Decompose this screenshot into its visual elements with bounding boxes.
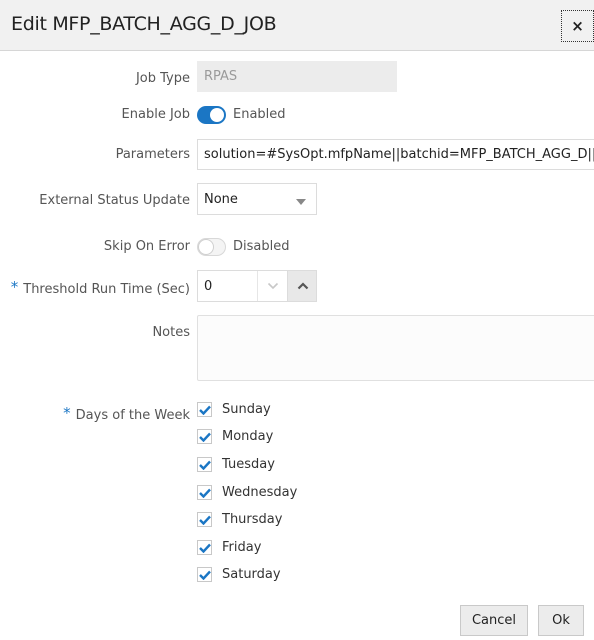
threshold-run-time-label-text: Threshold Run Time (Sec)	[23, 282, 190, 297]
threshold-run-time-label: * Threshold Run Time (Sec)	[10, 278, 190, 297]
parameters-label: Parameters	[115, 147, 190, 162]
notes-textarea[interactable]	[197, 315, 594, 381]
cancel-button[interactable]: Cancel	[460, 605, 528, 636]
parameters-value: solution=#SysOpt.mfpName||batchid=MFP_BA…	[204, 147, 594, 162]
day-label-thursday: Thursday	[222, 512, 283, 527]
checkmark-icon	[198, 515, 211, 525]
toggle-knob	[198, 239, 214, 255]
decrement-button[interactable]	[257, 271, 287, 301]
external-status-update-value: None	[204, 191, 238, 207]
external-status-update-select[interactable]: None	[197, 183, 317, 215]
checkbox-thursday[interactable]	[197, 512, 212, 527]
day-label-wednesday: Wednesday	[222, 485, 298, 500]
enable-job-label: Enable Job	[121, 107, 190, 122]
checkbox-wednesday[interactable]	[197, 485, 212, 500]
close-button[interactable]: ×	[561, 10, 594, 42]
chevron-down-icon	[267, 282, 278, 290]
day-label-saturday: Saturday	[222, 567, 281, 582]
job-type-label: Job Type	[135, 71, 190, 86]
checkbox-tuesday[interactable]	[197, 457, 212, 472]
dropdown-caret-icon	[296, 199, 306, 205]
job-type-field: RPAS	[197, 61, 397, 92]
checkmark-icon	[198, 432, 211, 442]
threshold-run-time-stepper: 0	[197, 270, 317, 302]
day-label-sunday: Sunday	[222, 402, 271, 417]
checkbox-saturday[interactable]	[197, 567, 212, 582]
enable-job-state: Enabled	[233, 107, 286, 122]
day-label-friday: Friday	[222, 540, 262, 555]
checkmark-icon	[198, 570, 211, 580]
close-icon: ×	[571, 17, 584, 35]
toggle-knob	[210, 108, 224, 122]
days-of-week-label: * Days of the Week	[63, 404, 190, 423]
day-label-monday: Monday	[222, 429, 274, 444]
skip-on-error-state: Disabled	[233, 239, 290, 254]
checkmark-icon	[198, 405, 211, 415]
skip-on-error-toggle[interactable]	[197, 238, 226, 256]
ok-button[interactable]: Ok	[538, 605, 584, 636]
increment-button[interactable]	[287, 271, 316, 301]
dialog-title: Edit MFP_BATCH_AGG_D_JOB	[11, 13, 277, 35]
checkmark-icon	[198, 543, 211, 553]
dialog-header: Edit MFP_BATCH_AGG_D_JOB ×	[0, 0, 594, 51]
checkmark-icon	[198, 488, 211, 498]
external-status-update-label: External Status Update	[39, 193, 190, 208]
notes-label: Notes	[152, 325, 190, 340]
threshold-run-time-input[interactable]: 0	[198, 279, 212, 294]
checkmark-icon	[198, 460, 211, 470]
checkbox-monday[interactable]	[197, 429, 212, 444]
parameters-input[interactable]: solution=#SysOpt.mfpName||batchid=MFP_BA…	[197, 139, 594, 170]
enable-job-toggle[interactable]	[197, 106, 226, 124]
day-label-tuesday: Tuesday	[222, 457, 275, 472]
days-of-week-label-text: Days of the Week	[75, 408, 190, 423]
checkbox-sunday[interactable]	[197, 402, 212, 417]
required-marker: *	[10, 278, 19, 296]
required-marker: *	[63, 404, 71, 422]
skip-on-error-label: Skip On Error	[103, 239, 190, 254]
job-type-value: RPAS	[204, 69, 238, 84]
checkbox-friday[interactable]	[197, 540, 212, 555]
chevron-up-icon	[297, 282, 308, 290]
